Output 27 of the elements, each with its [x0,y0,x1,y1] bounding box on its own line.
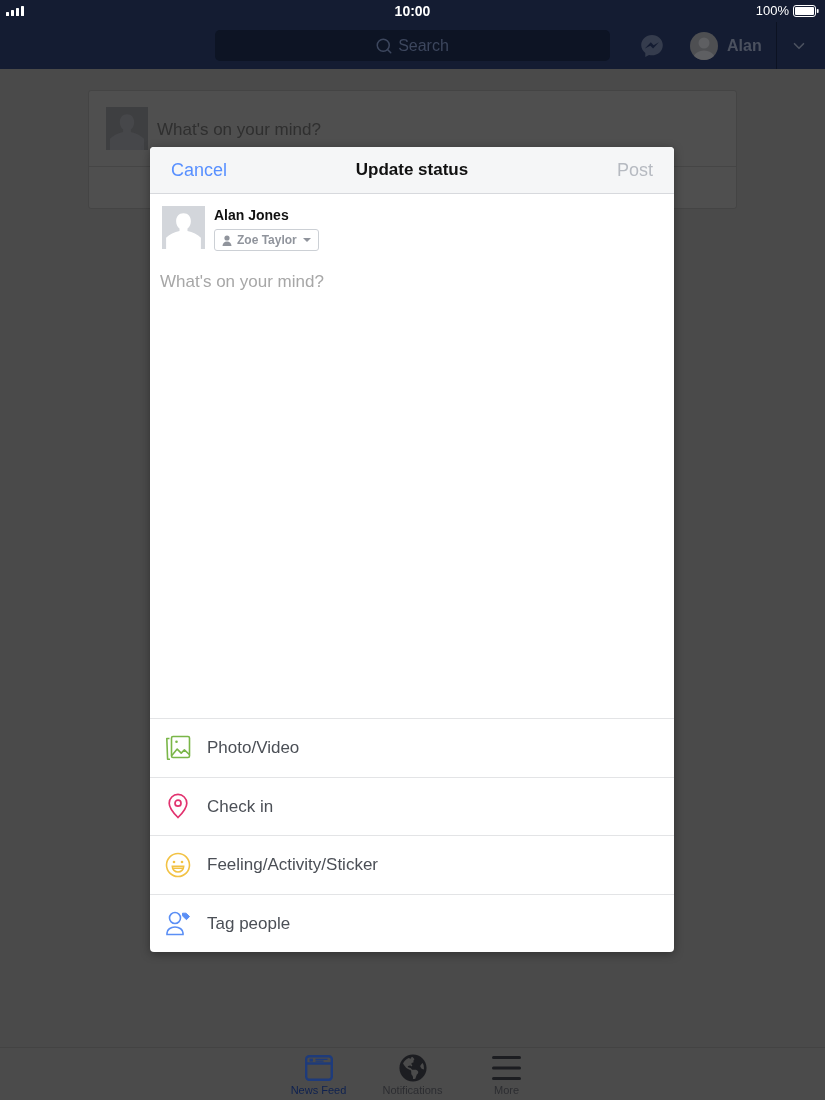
map-pin-icon [165,793,191,820]
audience-selector[interactable]: Zoe Taylor [214,229,319,251]
composer-option[interactable]: Feeling/Activity/Sticker [150,835,674,894]
composer-option[interactable]: Tag people [150,893,674,952]
smiley-icon [165,851,191,878]
search-icon [375,37,393,55]
globe-icon [398,1054,427,1082]
composer-option[interactable]: Check in [150,776,674,835]
person-tag-icon [165,910,191,937]
dialog-title: Update status [355,159,469,182]
status-time: 10:00 [394,3,431,19]
author-name: Alan Jones [214,206,289,224]
battery-icon [793,5,819,17]
caret-icon [302,238,311,242]
person-icon [222,234,232,246]
avatar-icon[interactable] [690,31,718,60]
menu-icon [492,1056,521,1080]
signal-icon [6,6,24,16]
profile-picture-placeholder [162,206,205,249]
cancel-button[interactable]: Cancel [171,156,228,184]
photo-icon [165,734,191,761]
composer-option[interactable]: Photo/Video [150,718,674,777]
battery-percent: 100% [755,3,789,19]
chat-bubble-icon[interactable] [640,33,664,58]
search-field[interactable]: Search [215,30,610,61]
browser-window-icon [304,1055,333,1081]
tab[interactable]: News Feed [271,1048,366,1100]
